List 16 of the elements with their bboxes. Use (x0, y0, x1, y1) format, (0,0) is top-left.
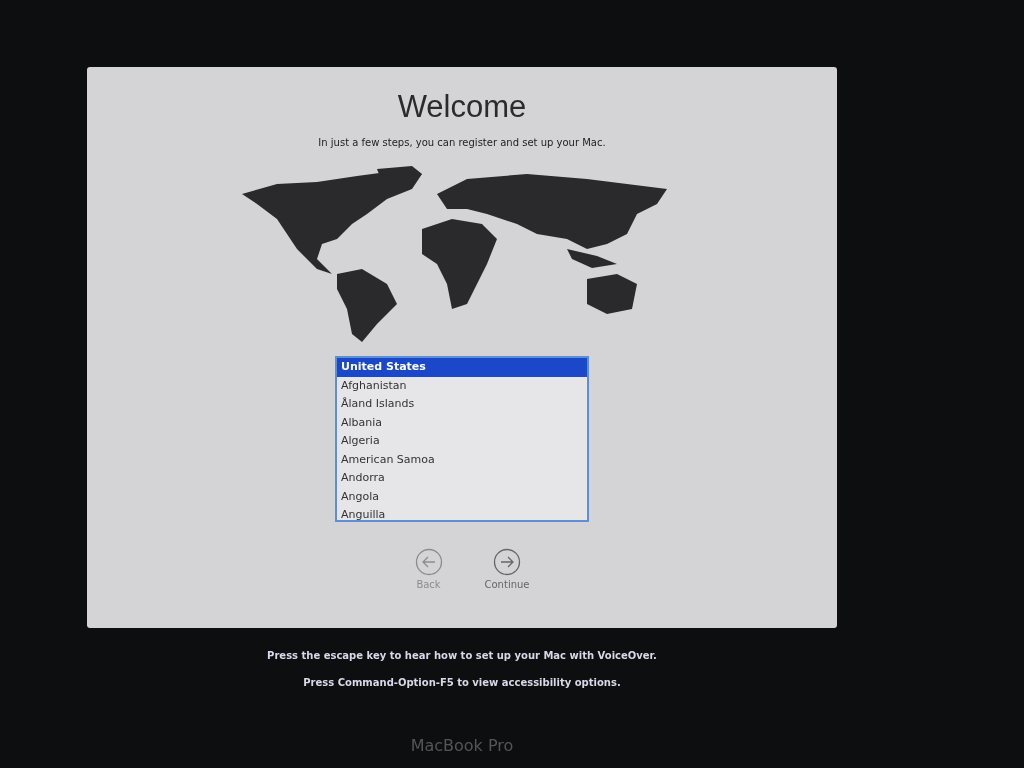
country-item[interactable]: Algeria (337, 432, 587, 451)
laptop-label: MacBook Pro (409, 736, 515, 755)
continue-button-label[interactable]: Continue (484, 579, 530, 590)
hint-text: Press Command-Option-F5 to view accessibility options. (302, 677, 622, 688)
hint-text: Press the escape key to hear how to set up your Mac with VoiceOver. (266, 650, 658, 661)
country-item[interactable]: Angola (337, 487, 587, 506)
country-item[interactable]: Afghanistan (337, 376, 587, 395)
country-list[interactable]: United States Afghanistan Åland Islands Albania Algeria American Samoa Andorra Angola Anguilla (335, 356, 589, 522)
country-item[interactable]: American Samoa (337, 450, 587, 469)
country-item[interactable]: Andorra (337, 469, 587, 488)
country-item[interactable]: United States (337, 358, 587, 377)
country-item[interactable]: Albania (337, 413, 587, 432)
country-item[interactable]: Åland Islands (337, 395, 587, 414)
subtitle-text: In just a few steps, you can register and set up your Mac. (318, 137, 606, 148)
welcome-title: Welcome (397, 89, 527, 125)
country-item[interactable]: Anguilla (337, 506, 587, 520)
